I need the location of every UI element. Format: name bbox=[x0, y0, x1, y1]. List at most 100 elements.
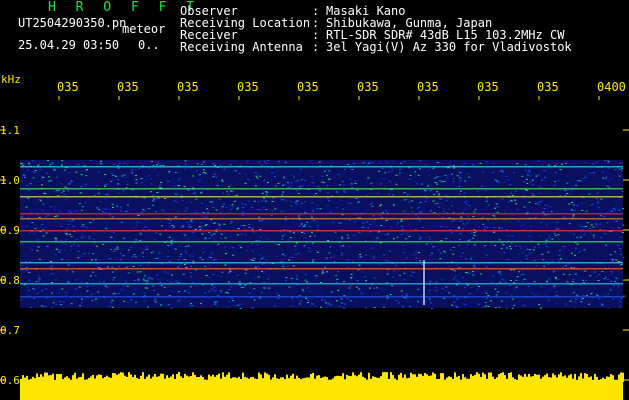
noise-speck bbox=[252, 231, 255, 233]
noise-speck bbox=[254, 266, 257, 268]
noise-speck bbox=[277, 298, 280, 300]
noise-speck bbox=[165, 182, 168, 184]
noise-speck bbox=[54, 215, 57, 217]
noise-speck bbox=[591, 203, 594, 205]
noise-speck bbox=[584, 270, 587, 272]
noise-speck bbox=[348, 202, 351, 204]
amplitude-bar bbox=[48, 375, 50, 382]
noise-speck bbox=[605, 176, 608, 178]
noise-speck bbox=[44, 193, 47, 195]
noise-speck bbox=[427, 185, 430, 187]
noise-speck bbox=[88, 252, 90, 254]
noise-speck bbox=[468, 293, 471, 294]
noise-speck bbox=[44, 306, 46, 308]
noise-speck bbox=[177, 259, 180, 261]
noise-speck bbox=[612, 285, 615, 287]
noise-speck bbox=[359, 254, 362, 255]
noise-speck bbox=[32, 160, 35, 162]
amplitude-bar bbox=[194, 375, 196, 382]
signal-line bbox=[20, 230, 623, 232]
noise-speck bbox=[287, 239, 290, 241]
noise-speck bbox=[592, 234, 595, 236]
amplitude-bar bbox=[108, 377, 110, 382]
noise-speck bbox=[55, 304, 58, 306]
noise-speck bbox=[214, 238, 217, 240]
amplitude-bar bbox=[230, 378, 232, 382]
amplitude-bar bbox=[178, 372, 180, 382]
noise-speck bbox=[550, 211, 553, 213]
noise-speck bbox=[126, 164, 129, 166]
signal-line bbox=[20, 213, 623, 215]
amplitude-bar bbox=[200, 375, 202, 382]
noise-speck bbox=[321, 271, 324, 272]
noise-speck bbox=[380, 287, 382, 289]
noise-speck bbox=[55, 176, 58, 178]
noise-speck bbox=[45, 172, 48, 174]
noise-speck bbox=[399, 168, 402, 170]
noise-speck bbox=[428, 238, 431, 240]
noise-speck bbox=[31, 222, 34, 224]
noise-speck bbox=[30, 249, 33, 251]
noise-speck bbox=[583, 234, 586, 236]
amplitude-bar bbox=[460, 379, 462, 382]
noise-speck bbox=[204, 238, 206, 240]
noise-speck bbox=[127, 249, 130, 251]
noise-speck bbox=[179, 256, 182, 258]
noise-speck bbox=[451, 232, 454, 234]
noise-speck bbox=[594, 293, 597, 295]
y-axis-label: 1.1 bbox=[0, 124, 20, 137]
noise-speck bbox=[64, 186, 67, 188]
noise-speck bbox=[300, 302, 303, 304]
amplitude-bar bbox=[288, 378, 290, 382]
amplitude-bar bbox=[60, 374, 62, 382]
noise-speck bbox=[283, 269, 286, 271]
noise-speck bbox=[349, 285, 352, 287]
noise-speck bbox=[41, 305, 44, 307]
noise-speck bbox=[80, 301, 83, 303]
noise-speck bbox=[310, 215, 312, 217]
amplitude-bar bbox=[584, 373, 586, 382]
amplitude-bar bbox=[208, 374, 210, 382]
noise-speck bbox=[244, 272, 247, 274]
noise-speck bbox=[342, 242, 345, 244]
noise-speck bbox=[180, 253, 183, 255]
noise-speck bbox=[198, 174, 201, 176]
noise-speck bbox=[281, 194, 284, 196]
noise-speck bbox=[463, 224, 466, 226]
noise-speck bbox=[133, 254, 136, 256]
noise-speck bbox=[214, 165, 217, 167]
noise-speck bbox=[383, 306, 385, 308]
noise-speck bbox=[570, 252, 573, 254]
noise-speck bbox=[290, 185, 293, 187]
noise-speck bbox=[610, 258, 613, 260]
noise-speck bbox=[411, 200, 414, 202]
noise-speck bbox=[410, 227, 413, 229]
noise-speck bbox=[156, 257, 159, 259]
noise-speck bbox=[288, 259, 291, 261]
time-tick-label: 035 bbox=[117, 80, 139, 94]
noise-speck bbox=[521, 175, 524, 177]
noise-speck bbox=[168, 171, 171, 172]
amplitude-bar bbox=[562, 376, 564, 382]
noise-speck bbox=[485, 200, 488, 202]
noise-speck bbox=[142, 209, 145, 211]
noise-speck bbox=[411, 211, 414, 213]
noise-speck bbox=[178, 178, 181, 180]
noise-speck bbox=[264, 245, 267, 247]
noise-speck bbox=[325, 302, 328, 304]
noise-speck bbox=[444, 252, 447, 253]
noise-speck bbox=[531, 193, 534, 195]
noise-speck bbox=[584, 176, 587, 178]
noise-speck bbox=[442, 175, 445, 177]
noise-speck bbox=[53, 209, 56, 211]
noise-speck bbox=[254, 185, 257, 187]
noise-speck bbox=[580, 301, 583, 303]
amplitude-bar bbox=[608, 376, 610, 382]
noise-speck bbox=[498, 171, 501, 172]
noise-speck bbox=[199, 257, 202, 259]
noise-speck bbox=[251, 207, 254, 209]
noise-speck bbox=[592, 226, 595, 228]
noise-speck bbox=[43, 284, 46, 286]
noise-speck bbox=[496, 211, 499, 213]
noise-speck bbox=[497, 285, 500, 287]
